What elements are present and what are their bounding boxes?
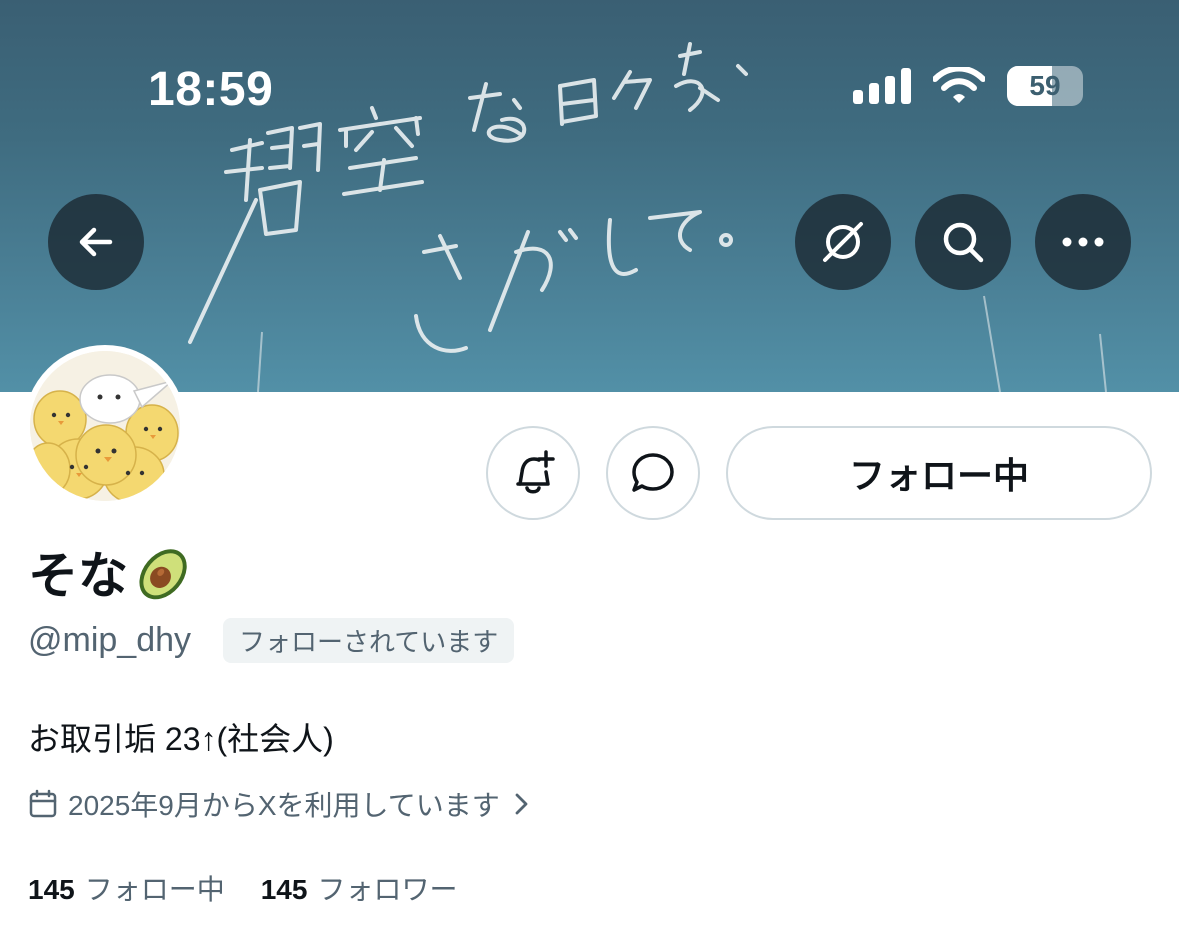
avatar-image xyxy=(30,351,180,501)
chevron-right-icon xyxy=(515,793,528,815)
following-button[interactable]: フォロー中 xyxy=(726,426,1152,520)
grok-button[interactable] xyxy=(795,194,891,290)
following-stat[interactable]: 145 フォロー中 xyxy=(28,868,225,908)
display-name-text: そな xyxy=(28,548,128,604)
handle-row: @mip_dhy フォローされています xyxy=(28,618,515,663)
following-label: フォロー中 xyxy=(84,874,225,905)
bio: お取引垢 23↑(社会人) xyxy=(28,721,334,757)
followers-stat[interactable]: 145 フォロワー xyxy=(261,868,458,908)
bell-plus-icon xyxy=(516,450,555,494)
search-icon xyxy=(943,222,984,263)
display-name: そな xyxy=(28,536,198,608)
wifi-icon xyxy=(933,67,985,103)
status-icons: 59 xyxy=(853,66,1083,106)
followers-label: フォロワー xyxy=(317,874,458,905)
following-count: 145 xyxy=(28,874,75,905)
calendar-icon xyxy=(29,789,57,818)
status-time: 18:59 xyxy=(148,63,274,116)
battery-level: 59 xyxy=(1029,70,1061,101)
battery-icon: 59 xyxy=(1007,66,1083,106)
back-arrow-icon xyxy=(79,227,113,257)
follows-you-badge: フォローされています xyxy=(223,618,515,663)
notifications-button[interactable] xyxy=(486,426,580,520)
profile-page: 18:59 59 フォロー中 そな @mip_dhy フォローされています お取… xyxy=(0,0,1179,926)
message-button[interactable] xyxy=(606,426,700,520)
handle: @mip_dhy xyxy=(28,621,192,659)
joined-text: 2025年9月からXを利用しています xyxy=(68,790,500,821)
avocado-emoji-icon xyxy=(139,549,187,600)
more-button[interactable] xyxy=(1035,194,1131,290)
banner-handwriting xyxy=(188,42,1107,392)
more-icon xyxy=(1062,237,1104,247)
grok-icon xyxy=(823,222,863,262)
back-button[interactable] xyxy=(48,194,144,290)
signal-icon xyxy=(853,68,911,104)
joined-date[interactable]: 2025年9月からXを利用しています xyxy=(28,784,532,824)
chat-bubble-icon xyxy=(632,453,674,492)
followers-count: 145 xyxy=(260,874,308,905)
profile-banner[interactable]: 18:59 59 xyxy=(0,0,1179,392)
avatar[interactable] xyxy=(24,345,186,507)
search-button[interactable] xyxy=(915,194,1011,290)
follow-stats: 145 フォロー中 145 フォロワー xyxy=(28,868,457,908)
